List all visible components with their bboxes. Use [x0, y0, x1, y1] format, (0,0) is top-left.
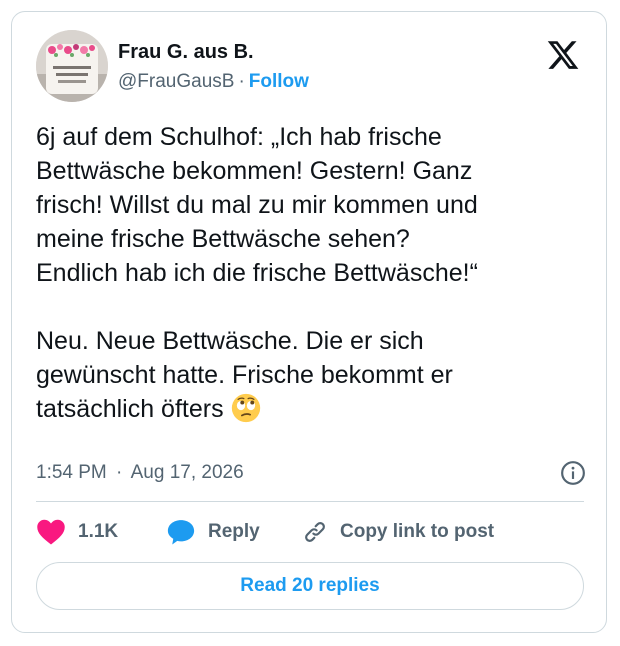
- like-count: 1.1K: [78, 521, 119, 542]
- meta-separator: ·: [116, 462, 123, 483]
- like-button[interactable]: 1.1K: [36, 518, 166, 546]
- reply-button[interactable]: Reply: [166, 518, 302, 546]
- info-icon[interactable]: [560, 460, 586, 486]
- tweet-text: 6j auf dem Schulhof: „Ich hab frische Be…: [36, 120, 596, 426]
- copy-link-label: Copy link to post: [340, 521, 495, 542]
- user-handle[interactable]: @FrauGausB: [118, 71, 234, 92]
- avatar[interactable]: [36, 30, 108, 102]
- tweet-meta: 1:54 PM · Aug 17, 2026: [36, 458, 588, 488]
- handle-separator: ·: [238, 71, 245, 92]
- divider: [36, 501, 584, 502]
- x-logo-icon[interactable]: [546, 38, 580, 72]
- action-bar: 1.1K Reply Copy link to post: [36, 512, 494, 552]
- display-name[interactable]: Frau G. aus B.: [118, 40, 309, 64]
- face-with-rolling-eyes-icon: [231, 393, 260, 423]
- user-info: Frau G. aus B. @FrauGausB · Follow: [118, 40, 309, 94]
- link-icon: [305, 522, 325, 542]
- follow-button[interactable]: Follow: [249, 71, 309, 92]
- tweet-date[interactable]: Aug 17, 2026: [131, 462, 244, 483]
- read-replies-button[interactable]: Read 20 replies: [36, 562, 584, 610]
- heart-icon: [37, 519, 65, 545]
- tweet-header: Frau G. aus B. @FrauGausB · Follow: [36, 30, 586, 108]
- tweet-paragraph-2-wrap: Neu. Neue Bettwäsche. Die er sich gewüns…: [36, 324, 596, 426]
- tweet-card: Frau G. aus B. @FrauGausB · Follow 6j auf …: [11, 11, 607, 633]
- tweet-paragraph-1: 6j auf dem Schulhof: „Ich hab frische Be…: [36, 123, 478, 287]
- reply-bubble-icon: [167, 520, 195, 545]
- reply-label: Reply: [208, 521, 260, 542]
- copy-link-button[interactable]: Copy link to post: [302, 519, 494, 545]
- tweet-time[interactable]: 1:54 PM: [36, 462, 107, 483]
- avatar-image: [36, 30, 108, 102]
- handle-row: @FrauGausB · Follow: [118, 70, 309, 94]
